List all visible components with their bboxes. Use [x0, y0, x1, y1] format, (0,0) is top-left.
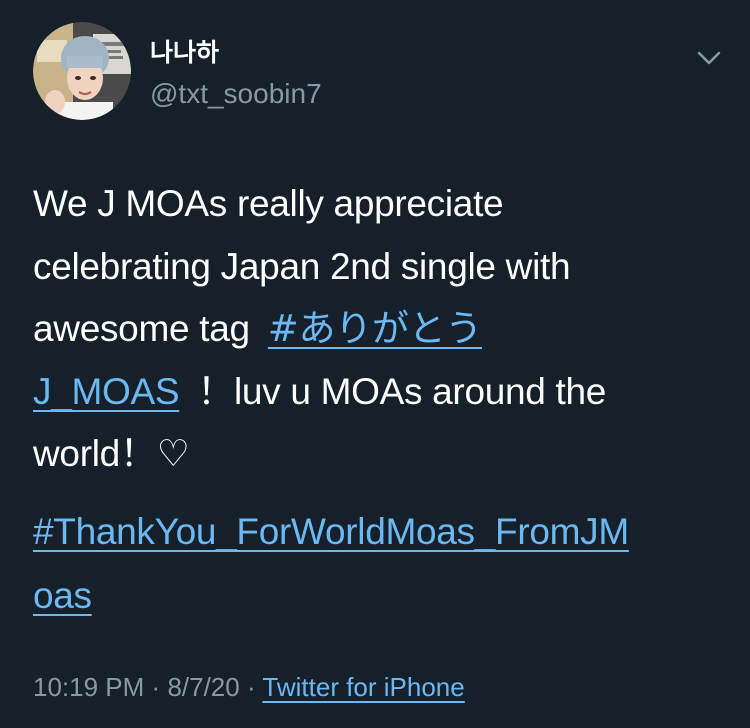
- tweet-time: 10:19 PM: [33, 672, 145, 702]
- avatar-photo: [33, 22, 131, 120]
- tweet-line-1: We J MOAs really appreciate: [33, 183, 504, 224]
- hashtag-thankyou-link[interactable]: #ThankYou_ForWorldMoas_FromJM: [33, 500, 733, 564]
- tweet-line-4-rest: ！luv u MOAs around the: [197, 370, 607, 412]
- hashtag-thankyou-link-cont[interactable]: oas: [33, 564, 733, 628]
- display-name[interactable]: 나나하: [150, 38, 219, 68]
- tweet-date: 8/7/20: [167, 672, 240, 702]
- meta-separator: ·: [151, 672, 161, 702]
- meta-separator: ·: [246, 672, 256, 702]
- chevron-down-icon[interactable]: [691, 40, 727, 76]
- tweet-meta: 10:19 PM · 8/7/20 · Twitter for iPhone: [33, 670, 465, 704]
- tweet-line-5: world！♡: [33, 433, 190, 474]
- hashtag-arigatou-link[interactable]: #ありがとう: [268, 307, 483, 350]
- tweet-line-3: awesome tag #ありがとう: [33, 298, 723, 361]
- hashtag-arigatou-link-cont[interactable]: J_MOAS: [33, 371, 180, 412]
- hashtag-thankyou: #ThankYou_ForWorldMoas_FromJM oas: [33, 500, 733, 628]
- avatar[interactable]: [33, 22, 131, 120]
- tweet-source-link[interactable]: Twitter for iPhone: [262, 672, 464, 702]
- tweet-line-3-text: awesome tag: [33, 308, 250, 349]
- tweet-line-4: J_MOAS ！luv u MOAs around the: [33, 361, 723, 424]
- tweet-line-2: celebrating Japan 2nd single with: [33, 245, 571, 287]
- tweet-text: We J MOAs really appreciate celebrating …: [33, 173, 723, 486]
- user-handle[interactable]: @txt_soobin7: [150, 78, 322, 110]
- tweet-card: 나나하 @txt_soobin7 We J MOAs really apprec…: [0, 0, 750, 728]
